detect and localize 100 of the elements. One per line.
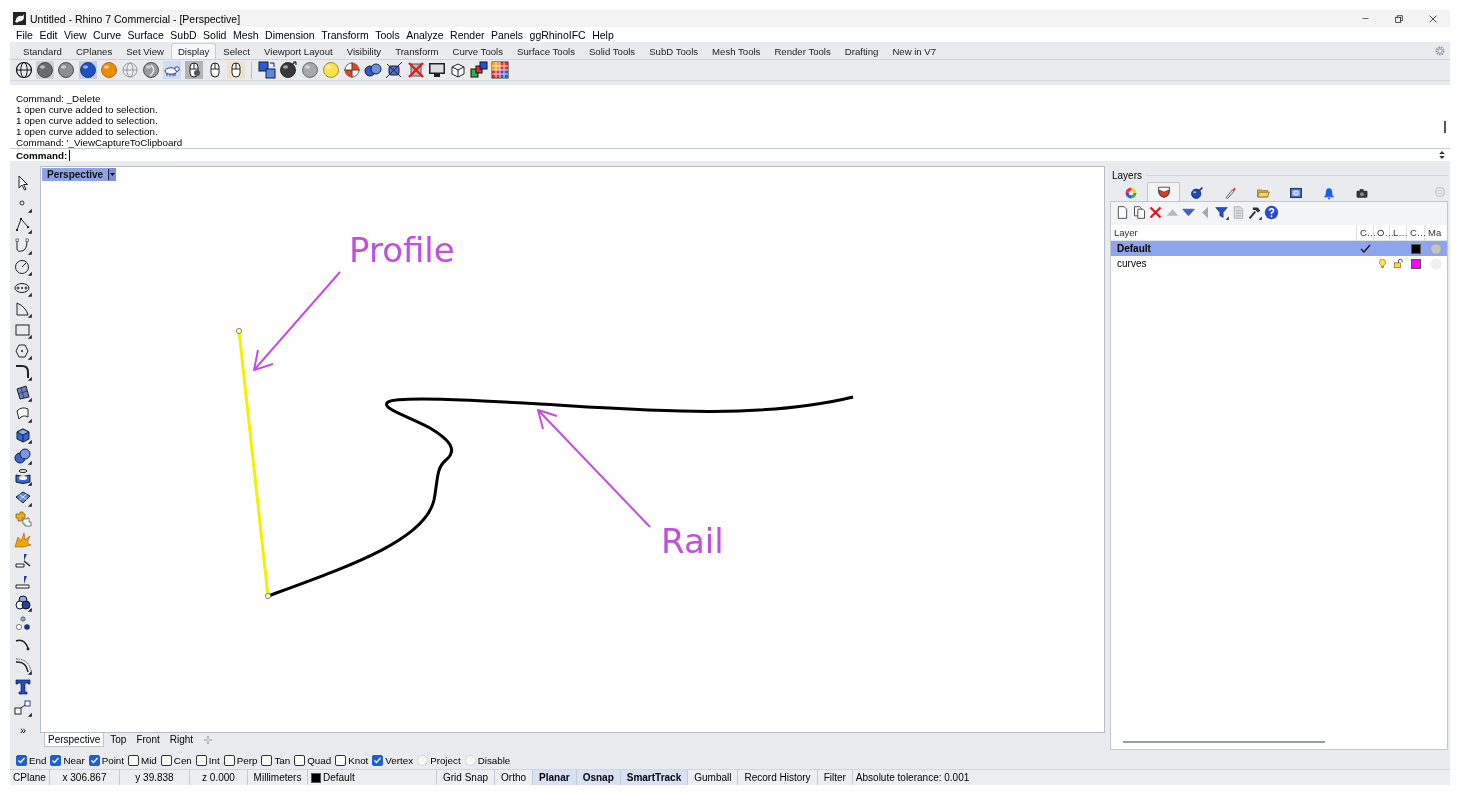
fillet-icon[interactable] [14,363,32,381]
restore-icon[interactable] [1394,13,1404,24]
spinner-arrows-icon[interactable] [1437,150,1447,160]
menu-item[interactable]: Curve [93,28,122,41]
status-toggle[interactable]: Osnap [576,770,621,785]
material-swatch-icon[interactable] [1430,242,1442,255]
viewport-title[interactable]: Perspective [42,168,109,181]
box-icon[interactable] [14,426,32,444]
current-layer[interactable]: Default [323,772,355,783]
toolbar-tab[interactable]: Surface Tools [510,43,582,59]
squares-icon[interactable] [258,61,277,79]
mouse-icon[interactable] [226,61,245,79]
color-wheel-icon[interactable] [1123,186,1138,200]
checkbox-icon[interactable] [223,755,235,766]
menu-item[interactable]: Tools [375,28,400,41]
bear-icon[interactable] [163,61,182,79]
filter-icon[interactable] [1214,204,1229,220]
dimension-icon[interactable] [14,552,32,570]
status-toggle[interactable]: Planar [533,770,577,785]
menu-item[interactable]: View [64,28,87,41]
sphere-icon[interactable] [78,61,97,79]
surface-icon[interactable] [14,384,32,402]
viewport-canvas[interactable]: Profile Rail Perspective [40,166,1105,733]
caret-icon[interactable] [108,168,117,181]
osnap-option[interactable]: Tan [261,755,291,766]
cubes-icon[interactable] [470,61,489,79]
toolbar-tab[interactable]: Solid Tools [581,43,643,59]
osnap-option[interactable]: Disable [464,755,511,766]
globe-icon[interactable] [15,61,33,79]
toolbar-tab[interactable]: Set View [119,43,171,59]
checkmark-icon[interactable] [1360,244,1371,253]
menu-item[interactable]: SubD [170,28,197,41]
checkbox-icon[interactable] [128,755,140,766]
monitor-icon[interactable] [427,61,446,79]
color-swatch[interactable] [1411,243,1421,254]
picture-icon[interactable] [1288,186,1303,200]
viewport-tab[interactable]: Front [132,733,164,747]
toolbar-tab[interactable]: Standard [16,43,69,59]
osnap-option[interactable]: Quad [294,755,332,766]
toolbar-tab[interactable]: Drafting [837,43,886,59]
grid-icon[interactable] [491,61,510,79]
sphere-icon[interactable] [1189,186,1204,200]
menu-item[interactable]: ggRhinoIFC [529,28,586,41]
cylinder-icon[interactable] [14,468,32,486]
scrollbar-thumb[interactable] [1444,121,1446,133]
viewport-tab[interactable]: Perspective [44,733,105,747]
toolbar-tab[interactable]: Display [170,43,217,59]
toolbar-tab[interactable]: Visibility [339,43,389,59]
checkbox-icon[interactable] [335,755,347,766]
osnap-option[interactable]: Mid [128,755,157,766]
sphere-icon[interactable] [142,61,161,79]
unlocked-padlock-icon[interactable] [1393,258,1404,269]
cplane-label[interactable]: CPlane [10,770,50,785]
sphere-icon[interactable] [279,61,298,79]
menu-item[interactable]: Render [450,28,485,41]
layer-row[interactable]: Default [1111,241,1447,256]
osnap-option[interactable]: Point [88,755,125,766]
panel-tab[interactable] [1147,182,1180,201]
toolbar-tab[interactable]: Curve Tools [445,43,510,59]
bell-icon[interactable] [1321,186,1336,200]
status-toggle[interactable]: SmartTrack [620,770,689,785]
target-icon[interactable] [343,61,361,79]
checkbox-icon[interactable] [195,755,207,766]
copy-icon[interactable] [1131,204,1147,220]
viewport-tab[interactable]: Right [165,733,198,747]
cross-icon[interactable] [406,61,425,79]
text-tool-icon[interactable] [14,678,32,696]
checkbox-icon[interactable] [88,755,100,766]
osnap-option[interactable]: End [16,755,47,766]
close-icon[interactable] [1428,13,1438,24]
sphere-icon[interactable] [36,61,55,79]
viewport-tab[interactable]: Top [106,733,131,747]
rail-curve[interactable] [267,395,854,598]
osnap-option[interactable]: Project [417,755,461,766]
folder-icon[interactable] [1255,186,1270,200]
menu-item[interactable]: Mesh [232,28,259,41]
osnap-option[interactable]: Int [195,755,220,766]
units-label[interactable]: Millimeters [248,770,308,785]
toggle-circle-icon[interactable] [417,755,429,766]
color-swatch[interactable] [1411,258,1421,269]
cube-icon[interactable] [448,61,467,79]
menu-item[interactable]: Analyze [406,28,444,41]
new-document-icon[interactable] [1115,204,1130,220]
settings-icon[interactable] [1434,45,1446,57]
menu-item[interactable]: Transform [321,28,369,41]
toolbar-tab[interactable]: SubD Tools [642,43,706,59]
mouse-icon[interactable] [184,61,203,79]
curve-icon[interactable] [14,237,32,255]
checkbox-icon[interactable] [50,755,62,766]
toggle-circle-icon[interactable] [464,755,476,766]
transform-icon[interactable] [14,699,32,717]
menu-item[interactable]: Dimension [265,28,315,41]
toolbar-tab[interactable]: Transform [388,43,446,59]
circles-icon[interactable] [14,594,32,612]
pencil-icon[interactable] [1222,186,1237,200]
menu-item[interactable]: Surface [127,28,164,41]
toolbar-tab[interactable]: CPlanes [68,43,120,59]
polygon-icon[interactable] [14,342,32,360]
menu-item[interactable]: Edit [39,28,58,41]
dots-icon[interactable] [14,615,32,633]
